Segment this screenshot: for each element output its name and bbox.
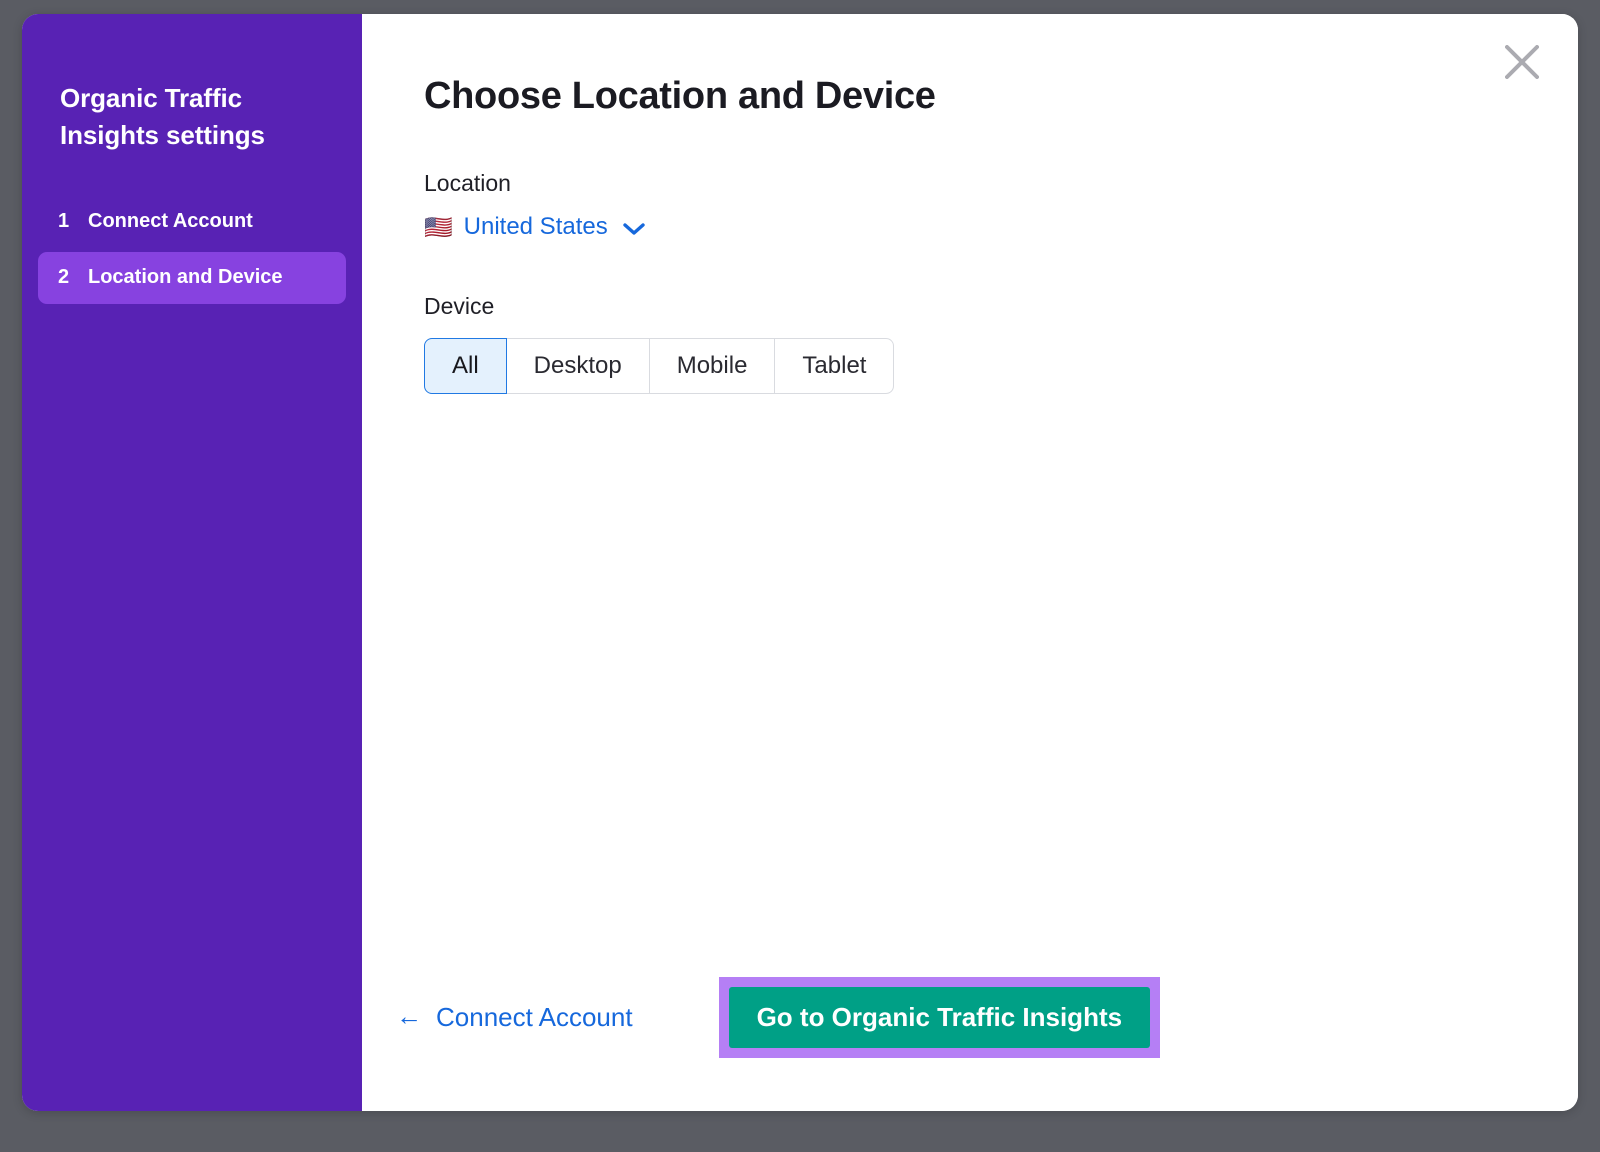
modal-footer: ← Connect Account Go to Organic Traffic …	[362, 975, 1578, 1059]
back-to-connect-account-link[interactable]: ← Connect Account	[396, 1002, 633, 1033]
sidebar-item-label: Connect Account	[88, 210, 253, 233]
device-option-desktop[interactable]: Desktop	[507, 338, 650, 394]
settings-sidebar: Organic Traffic Insights settings 1 Conn…	[22, 14, 362, 1111]
location-value: United States	[464, 213, 608, 241]
device-option-label: Desktop	[534, 352, 622, 380]
sidebar-item-label: Location and Device	[88, 266, 283, 289]
settings-modal: Organic Traffic Insights settings 1 Conn…	[22, 14, 1578, 1111]
device-option-label: Mobile	[677, 352, 748, 380]
close-icon[interactable]	[1500, 40, 1544, 84]
chevron-down-icon	[623, 215, 645, 243]
go-to-organic-traffic-insights-button[interactable]: Go to Organic Traffic Insights	[729, 987, 1151, 1048]
device-option-all[interactable]: All	[424, 338, 507, 394]
step-number: 2	[58, 266, 70, 289]
sidebar-item-location-and-device[interactable]: 2 Location and Device	[38, 252, 346, 304]
location-dropdown[interactable]: 🇺🇸 United States	[424, 213, 645, 241]
sidebar-item-connect-account[interactable]: 1 Connect Account	[38, 196, 346, 248]
location-label: Location	[424, 170, 1518, 197]
device-option-label: All	[452, 352, 479, 380]
device-segmented-control: All Desktop Mobile Tablet	[424, 338, 894, 394]
device-option-tablet[interactable]: Tablet	[775, 338, 894, 394]
device-label: Device	[424, 293, 1518, 320]
back-link-label: Connect Account	[436, 1002, 633, 1033]
us-flag-icon: 🇺🇸	[424, 216, 453, 239]
settings-content: Choose Location and Device Location 🇺🇸 U…	[362, 14, 1578, 1111]
step-number: 1	[58, 210, 70, 233]
page-title: Choose Location and Device	[424, 76, 1518, 118]
arrow-left-icon: ←	[396, 1003, 422, 1029]
device-option-label: Tablet	[802, 352, 866, 380]
device-option-mobile[interactable]: Mobile	[650, 338, 776, 394]
cta-highlight-annotation: Go to Organic Traffic Insights	[719, 977, 1161, 1058]
sidebar-title: Organic Traffic Insights settings	[22, 80, 362, 154]
sidebar-step-list: 1 Connect Account 2 Location and Device	[22, 196, 362, 304]
